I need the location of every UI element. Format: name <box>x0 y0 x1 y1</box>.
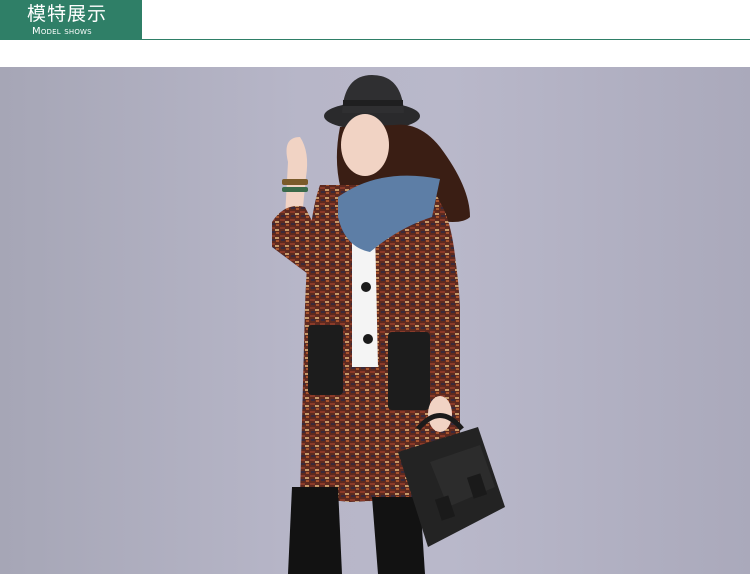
cardigan-pocket-right <box>388 332 430 410</box>
bracelet <box>282 187 308 192</box>
model-illustration <box>272 75 505 574</box>
section-header-tab: 模特展示 Model shows <box>0 0 142 40</box>
cardigan-pocket-left <box>308 325 343 395</box>
button <box>361 282 371 292</box>
leg-left <box>288 487 342 574</box>
button <box>363 334 373 344</box>
raised-hand <box>285 137 308 217</box>
face <box>341 114 389 176</box>
section-subtitle: Model shows <box>32 26 92 37</box>
bracelet <box>282 179 308 185</box>
model-photo <box>0 67 750 574</box>
section-title: 模特展示 <box>27 3 108 25</box>
header-divider <box>142 39 750 40</box>
